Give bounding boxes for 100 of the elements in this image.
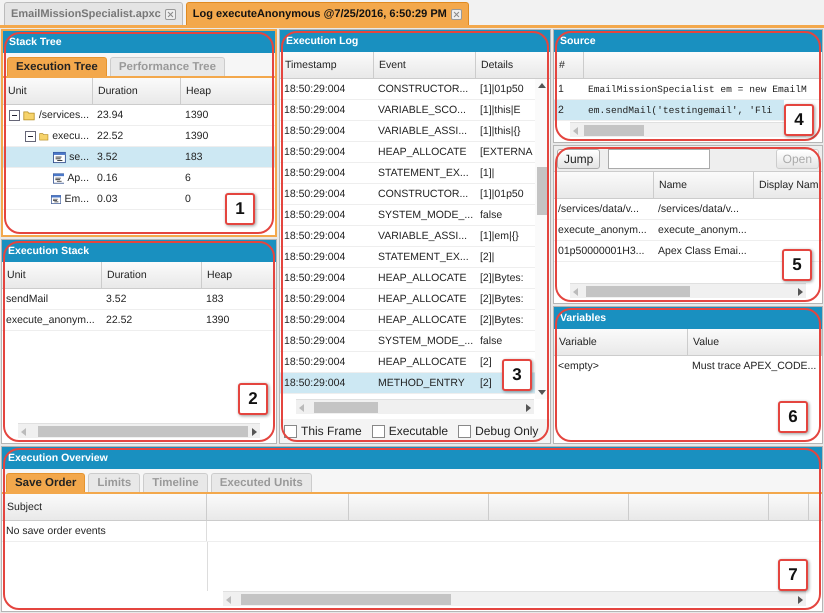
table-cell-text: [EXTERNA	[479, 145, 534, 160]
document-icon	[52, 172, 64, 184]
log-row[interactable]: 18:50:29:004 VARIABLE_ASSI... [1]|em|{}	[280, 226, 535, 247]
unit-label: se...	[69, 151, 89, 163]
panel-title: Execution Log	[280, 30, 550, 52]
unit-label: execu...	[52, 130, 89, 142]
table-cell: No save order events	[2, 521, 207, 541]
panel-tab[interactable]: Save Order	[6, 473, 86, 492]
callout-number: 4	[784, 104, 814, 136]
callout-number: 7	[778, 559, 808, 591]
table-cell-text: 18:50:29:004	[283, 229, 346, 244]
panel-title: Execution Stack	[2, 240, 276, 262]
table-cell-text: [2]|	[479, 250, 496, 265]
table-cell-text: 0.16	[96, 171, 118, 186]
column-header[interactable]: Duration	[93, 78, 181, 104]
panel-title: Variables	[554, 307, 822, 329]
close-icon[interactable]	[450, 8, 462, 20]
callout-number: 1	[225, 193, 255, 225]
table-cell-text: 18:50:29:004	[283, 145, 346, 160]
column-header[interactable]: Display Nam	[754, 172, 822, 198]
log-row[interactable]: 18:50:29:004 SYSTEM_MODE_... false	[280, 205, 535, 226]
log-row[interactable]: 18:50:29:004 HEAP_ALLOCATE [2]|Bytes:	[280, 289, 535, 310]
jump-field[interactable]	[608, 148, 710, 168]
log-row[interactable]: 18:50:29:004 STATEMENT_EX... [1]|	[280, 163, 535, 184]
table-cell-text: STATEMENT_EX...	[377, 250, 470, 265]
tree-row[interactable]: se... 3.52 183	[3, 147, 275, 168]
table-cell-text: STATEMENT_EX...	[377, 166, 470, 181]
table-cell-text: HEAP_ALLOCATE	[377, 355, 468, 370]
callout-number: 2	[238, 383, 268, 415]
jump-button[interactable]: Jump	[557, 148, 600, 168]
unit-label: Em...	[64, 193, 89, 205]
collapse-icon[interactable]	[25, 130, 36, 142]
table-cell-text: /services/data/v...	[557, 202, 640, 217]
table-cell-text: CONSTRUCTOR...	[377, 82, 470, 97]
table-cell-text: <empty>	[557, 359, 600, 374]
panel-tab[interactable]: Execution Tree	[7, 57, 107, 76]
panel-title: Execution Overview	[2, 447, 822, 469]
table-cell-text: 6	[184, 171, 192, 186]
table-cell-text: 1390	[205, 313, 230, 328]
log-row[interactable]: 18:50:29:004 STATEMENT_EX... [2]|	[280, 247, 535, 268]
code-line: EmailMissionSpecialist em = new EmailM	[587, 82, 808, 96]
table-cell-text: 18:50:29:004	[283, 355, 346, 370]
filter-checkbox[interactable]: This Frame	[284, 424, 362, 438]
table-cell-text: 3.52	[105, 292, 128, 307]
column-header[interactable]: Duration	[102, 262, 202, 288]
log-row[interactable]: 18:50:29:004 SYSTEM_MODE_... false	[280, 331, 535, 352]
table-cell-text: 18:50:29:004	[283, 103, 346, 118]
log-row[interactable]: 18:50:29:004 VARIABLE_ASSI... [1]|this|{}	[280, 121, 535, 142]
tree-row[interactable]: /services... 23.94 1390	[3, 105, 275, 126]
filter-checkbox[interactable]: Debug Only	[458, 424, 538, 438]
table-cell-text: 18:50:29:004	[283, 313, 346, 328]
horizontal-scrollbar[interactable]	[18, 423, 260, 438]
horizontal-scrollbar[interactable]	[570, 283, 806, 298]
log-row[interactable]: 18:50:29:004 CONSTRUCTOR... [1]|01p50	[280, 184, 535, 205]
filter-checkbox[interactable]: Executable	[372, 424, 448, 438]
column-header[interactable]: Event	[374, 52, 476, 78]
column-header[interactable]: Name	[654, 172, 754, 198]
table-cell-text: Must trace APEX_CODE...	[691, 359, 818, 374]
panel-title: Source	[554, 30, 822, 52]
column-header[interactable]: #	[554, 52, 584, 78]
table-cell-text: METHOD_ENTRY	[377, 376, 466, 391]
table-cell-text: [1]|this|E	[479, 103, 522, 118]
table-cell-text: [2]|Bytes:	[479, 292, 525, 307]
collapse-icon[interactable]	[9, 110, 20, 120]
column-header[interactable]: Variable	[554, 329, 688, 355]
tree-row[interactable]: Ap... 0.16 6	[3, 168, 275, 189]
table-cell-text: [1]|01p50	[479, 187, 525, 202]
table-cell-text: HEAP_ALLOCATE	[377, 271, 468, 286]
column-header[interactable]: Unit	[2, 262, 102, 288]
table-cell-text: 1390	[184, 108, 210, 123]
column-header[interactable]: Value	[688, 329, 822, 355]
table-cell-text: execute_anonym...	[657, 223, 748, 238]
table-cell-text: 183	[184, 150, 204, 165]
column-header[interactable]: Unit	[3, 78, 93, 104]
log-row[interactable]: 18:50:29:004 VARIABLE_SCO... [1]|this|E	[280, 100, 535, 121]
log-row[interactable]: 18:50:29:004 HEAP_ALLOCATE [2]|Bytes:	[280, 268, 535, 289]
unit-label: /services...	[38, 109, 89, 121]
editor-tab[interactable]: EmailMissionSpecialist.apxc	[4, 2, 183, 25]
table-cell-text: 22.52	[105, 313, 134, 328]
log-row[interactable]: 18:50:29:004 HEAP_ALLOCATE [EXTERNA	[280, 142, 535, 163]
column-header[interactable]: Timestamp	[280, 52, 374, 78]
close-icon[interactable]	[164, 8, 176, 20]
editor-tab[interactable]: Log executeAnonymous @7/25/2016, 6:50:29 PM	[186, 2, 469, 25]
log-row[interactable]: 18:50:29:004 HEAP_ALLOCATE [2]|Bytes:	[280, 310, 535, 331]
table-cell-text: 1390	[184, 129, 210, 144]
table-cell-text: CONSTRUCTOR...	[377, 187, 470, 202]
callout-number: 6	[778, 401, 808, 433]
code-line: em.sendMail('testingemail', 'Fli	[587, 104, 774, 118]
horizontal-scrollbar[interactable]	[223, 591, 806, 606]
log-row[interactable]: 18:50:29:004 CONSTRUCTOR... [1]|01p50	[280, 79, 535, 100]
table-cell-text: execute_anonym...	[557, 223, 648, 238]
table-cell-text: 18:50:29:004	[283, 250, 346, 265]
table-cell-text: 0.03	[96, 192, 118, 207]
table-cell-text: [1]|	[479, 166, 496, 181]
horizontal-scrollbar[interactable]	[296, 399, 534, 414]
table-cell-text: 01p50000001H3...	[557, 244, 646, 259]
column-header[interactable]: Heap	[181, 78, 275, 104]
table-cell-text: HEAP_ALLOCATE	[377, 292, 468, 307]
panel-title: Stack Tree	[3, 31, 275, 53]
table-cell-text: [1]|01p50	[479, 82, 525, 97]
